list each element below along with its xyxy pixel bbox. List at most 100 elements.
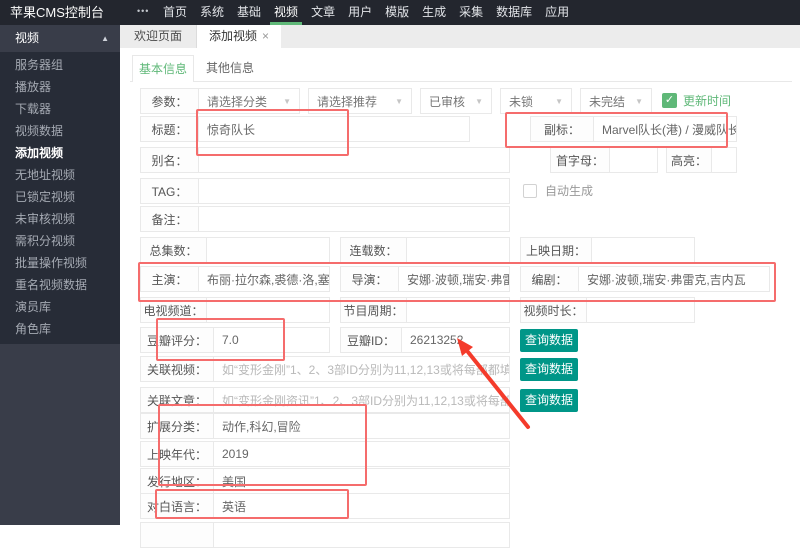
field-subtitle: 副标： Marvel队长(港) / 漫威队长 / bbox=[530, 116, 737, 142]
year-input[interactable]: 2019 bbox=[214, 442, 509, 466]
sidebar-item-server-group[interactable]: 服务器组 bbox=[0, 54, 120, 76]
recommend-select-value: 请选择推荐▼ bbox=[309, 89, 411, 113]
sidebar-item-actor-library[interactable]: 演员库 bbox=[0, 296, 120, 318]
alias-input[interactable] bbox=[199, 148, 509, 172]
related-video-input[interactable]: 如“变形金刚”1、2、3部ID分别为11,12,13或将每部都填“变形金刚” bbox=[214, 357, 509, 381]
sidebar-group-video[interactable]: 视频 ▲ bbox=[0, 25, 120, 52]
related-article-query-button[interactable]: 查询数据 bbox=[520, 389, 578, 412]
tab-welcome[interactable]: 欢迎页面 bbox=[120, 25, 197, 48]
program-cycle-label: 节目周期： bbox=[341, 298, 407, 322]
sidebar-item-role-library[interactable]: 角色库 bbox=[0, 318, 120, 340]
remark-label: 备注： bbox=[141, 207, 199, 231]
highlight-label: 高亮： bbox=[667, 148, 712, 172]
sidebar-item-points-video[interactable]: 需积分视频 bbox=[0, 230, 120, 252]
field-director: 导演： 安娜·波顿,瑞安·弗雷克 bbox=[340, 266, 510, 292]
field-ext-category: 扩展分类： 动作,科幻,冒险 bbox=[140, 413, 510, 439]
douban-query-button[interactable]: 查询数据 bbox=[520, 329, 578, 352]
starring-input[interactable]: 布丽·拉尔森,裘德·洛,塞缪尔·杰 bbox=[199, 267, 329, 291]
sidebar-item-locked-video[interactable]: 已锁定视频 bbox=[0, 186, 120, 208]
region-label: 发行地区： bbox=[141, 469, 214, 493]
duration-input[interactable] bbox=[587, 298, 694, 322]
nav-item-app[interactable]: 应用 bbox=[545, 0, 569, 25]
field-year: 上映年代： 2019 bbox=[140, 441, 510, 467]
nav-item-user[interactable]: 用户 bbox=[348, 0, 372, 25]
nav-item-generate[interactable]: 生成 bbox=[422, 0, 446, 25]
tag-input[interactable] bbox=[199, 179, 509, 203]
tab-add-video-label: 添加视频 bbox=[209, 29, 257, 43]
nav-item-collect[interactable]: 采集 bbox=[459, 0, 483, 25]
director-input[interactable]: 安娜·波顿,瑞安·弗雷克 bbox=[399, 267, 509, 291]
serial-count-input[interactable] bbox=[407, 238, 509, 262]
nav-item-video[interactable]: 视频 bbox=[274, 0, 298, 25]
update-time-label: 更新时间 bbox=[683, 88, 731, 114]
duration-label: 视频时长： bbox=[521, 298, 587, 322]
tab-basic-info[interactable]: 基本信息 bbox=[132, 55, 194, 82]
subtitle-input[interactable]: Marvel队长(港) / 漫威队长 / bbox=[594, 117, 736, 141]
sidebar-item-duplicate-video[interactable]: 重名视频数据 bbox=[0, 274, 120, 296]
field-program-cycle: 节目周期： bbox=[340, 297, 510, 323]
recommend-select[interactable]: 请选择推荐▼ bbox=[308, 88, 412, 114]
related-video-label: 关联视频： bbox=[141, 357, 214, 381]
total-eps-input[interactable] bbox=[207, 238, 329, 262]
chevron-down-icon: ▼ bbox=[551, 97, 563, 106]
field-region: 发行地区： 美国 bbox=[140, 468, 510, 494]
tab-other-info[interactable]: 其他信息 bbox=[206, 55, 254, 82]
related-video-query-button[interactable]: 查询数据 bbox=[520, 358, 578, 381]
field-tag: TAG： bbox=[140, 178, 510, 204]
field-starring: 主演： 布丽·拉尔森,裘德·洛,塞缪尔·杰 bbox=[140, 266, 330, 292]
more-menu-icon[interactable]: ••• bbox=[137, 0, 149, 25]
nav-item-system[interactable]: 系统 bbox=[200, 0, 224, 25]
finish-select-value: 未完结▼ bbox=[581, 89, 651, 113]
douban-score-input[interactable]: 7.0 bbox=[214, 328, 329, 352]
related-article-input[interactable]: 如“变形金刚资讯”1、2、3部ID分别为11,12,13或将每部都填“变形金刚资… bbox=[214, 388, 509, 412]
sidebar-item-batch-video[interactable]: 批量操作视频 bbox=[0, 252, 120, 274]
audit-select[interactable]: 已审核▼ bbox=[420, 88, 492, 114]
tab-add-video[interactable]: 添加视频 × bbox=[197, 25, 281, 48]
ext-category-input[interactable]: 动作,科幻,冒险 bbox=[214, 414, 509, 438]
sidebar-item-add-video[interactable]: 添加视频 bbox=[0, 142, 120, 164]
writer-input[interactable]: 安娜·波顿,瑞安·弗雷克,吉内瓦 bbox=[579, 267, 769, 291]
nav-item-home[interactable]: 首页 bbox=[163, 0, 187, 25]
update-time-checkbox[interactable]: ✓ bbox=[662, 93, 677, 108]
lock-select[interactable]: 未锁▼ bbox=[500, 88, 572, 114]
finish-select[interactable]: 未完结▼ bbox=[580, 88, 652, 114]
field-douban-score: 豆瓣评分： 7.0 bbox=[140, 327, 330, 353]
next-clipped-label bbox=[141, 523, 214, 547]
field-param: 参数： 请选择分类▼ bbox=[140, 88, 300, 114]
sidebar-item-downloader[interactable]: 下载器 bbox=[0, 98, 120, 120]
program-cycle-input[interactable] bbox=[407, 298, 509, 322]
alias-label: 别名： bbox=[141, 148, 199, 172]
tab-close-icon[interactable]: × bbox=[262, 29, 269, 43]
field-highlight: 高亮： bbox=[666, 147, 737, 173]
title-input[interactable]: 惊奇队长 bbox=[199, 117, 469, 141]
remark-input[interactable] bbox=[199, 207, 509, 231]
sidebar-item-player[interactable]: 播放器 bbox=[0, 76, 120, 98]
highlight-input[interactable] bbox=[712, 148, 736, 172]
field-initial: 首字母： bbox=[550, 147, 658, 173]
lock-select-value: 未锁▼ bbox=[501, 89, 571, 113]
serial-count-label: 连载数： bbox=[341, 238, 407, 262]
sidebar-item-unreviewed-video[interactable]: 未审核视频 bbox=[0, 208, 120, 230]
douban-id-input[interactable]: 26213252 bbox=[402, 328, 509, 352]
nav-item-template[interactable]: 模版 bbox=[385, 0, 409, 25]
top-menu: 首页 系统 基础 视频 文章 用户 模版 生成 采集 数据库 应用 bbox=[163, 0, 569, 25]
ext-category-label: 扩展分类： bbox=[141, 414, 214, 438]
param-label: 参数： bbox=[141, 89, 199, 113]
language-input[interactable]: 英语 bbox=[214, 494, 509, 518]
sidebar-group-label: 视频 bbox=[15, 31, 39, 45]
field-duration: 视频时长： bbox=[520, 297, 695, 323]
release-date-input[interactable] bbox=[592, 238, 694, 262]
field-alias: 别名： bbox=[140, 147, 510, 173]
sidebar-item-no-url-video[interactable]: 无地址视频 bbox=[0, 164, 120, 186]
nav-item-database[interactable]: 数据库 bbox=[496, 0, 532, 25]
initial-input[interactable] bbox=[610, 148, 657, 172]
region-input[interactable]: 美国 bbox=[214, 469, 509, 493]
nav-item-basic[interactable]: 基础 bbox=[237, 0, 261, 25]
autogen-checkbox[interactable] bbox=[523, 184, 537, 198]
nav-item-article[interactable]: 文章 bbox=[311, 0, 335, 25]
sidebar-item-video-data[interactable]: 视频数据 bbox=[0, 120, 120, 142]
field-title: 标题： 惊奇队长 bbox=[140, 116, 470, 142]
writer-label: 编剧： bbox=[521, 267, 579, 291]
category-select[interactable]: 请选择分类▼ bbox=[199, 89, 299, 113]
tv-channel-input[interactable] bbox=[207, 298, 329, 322]
